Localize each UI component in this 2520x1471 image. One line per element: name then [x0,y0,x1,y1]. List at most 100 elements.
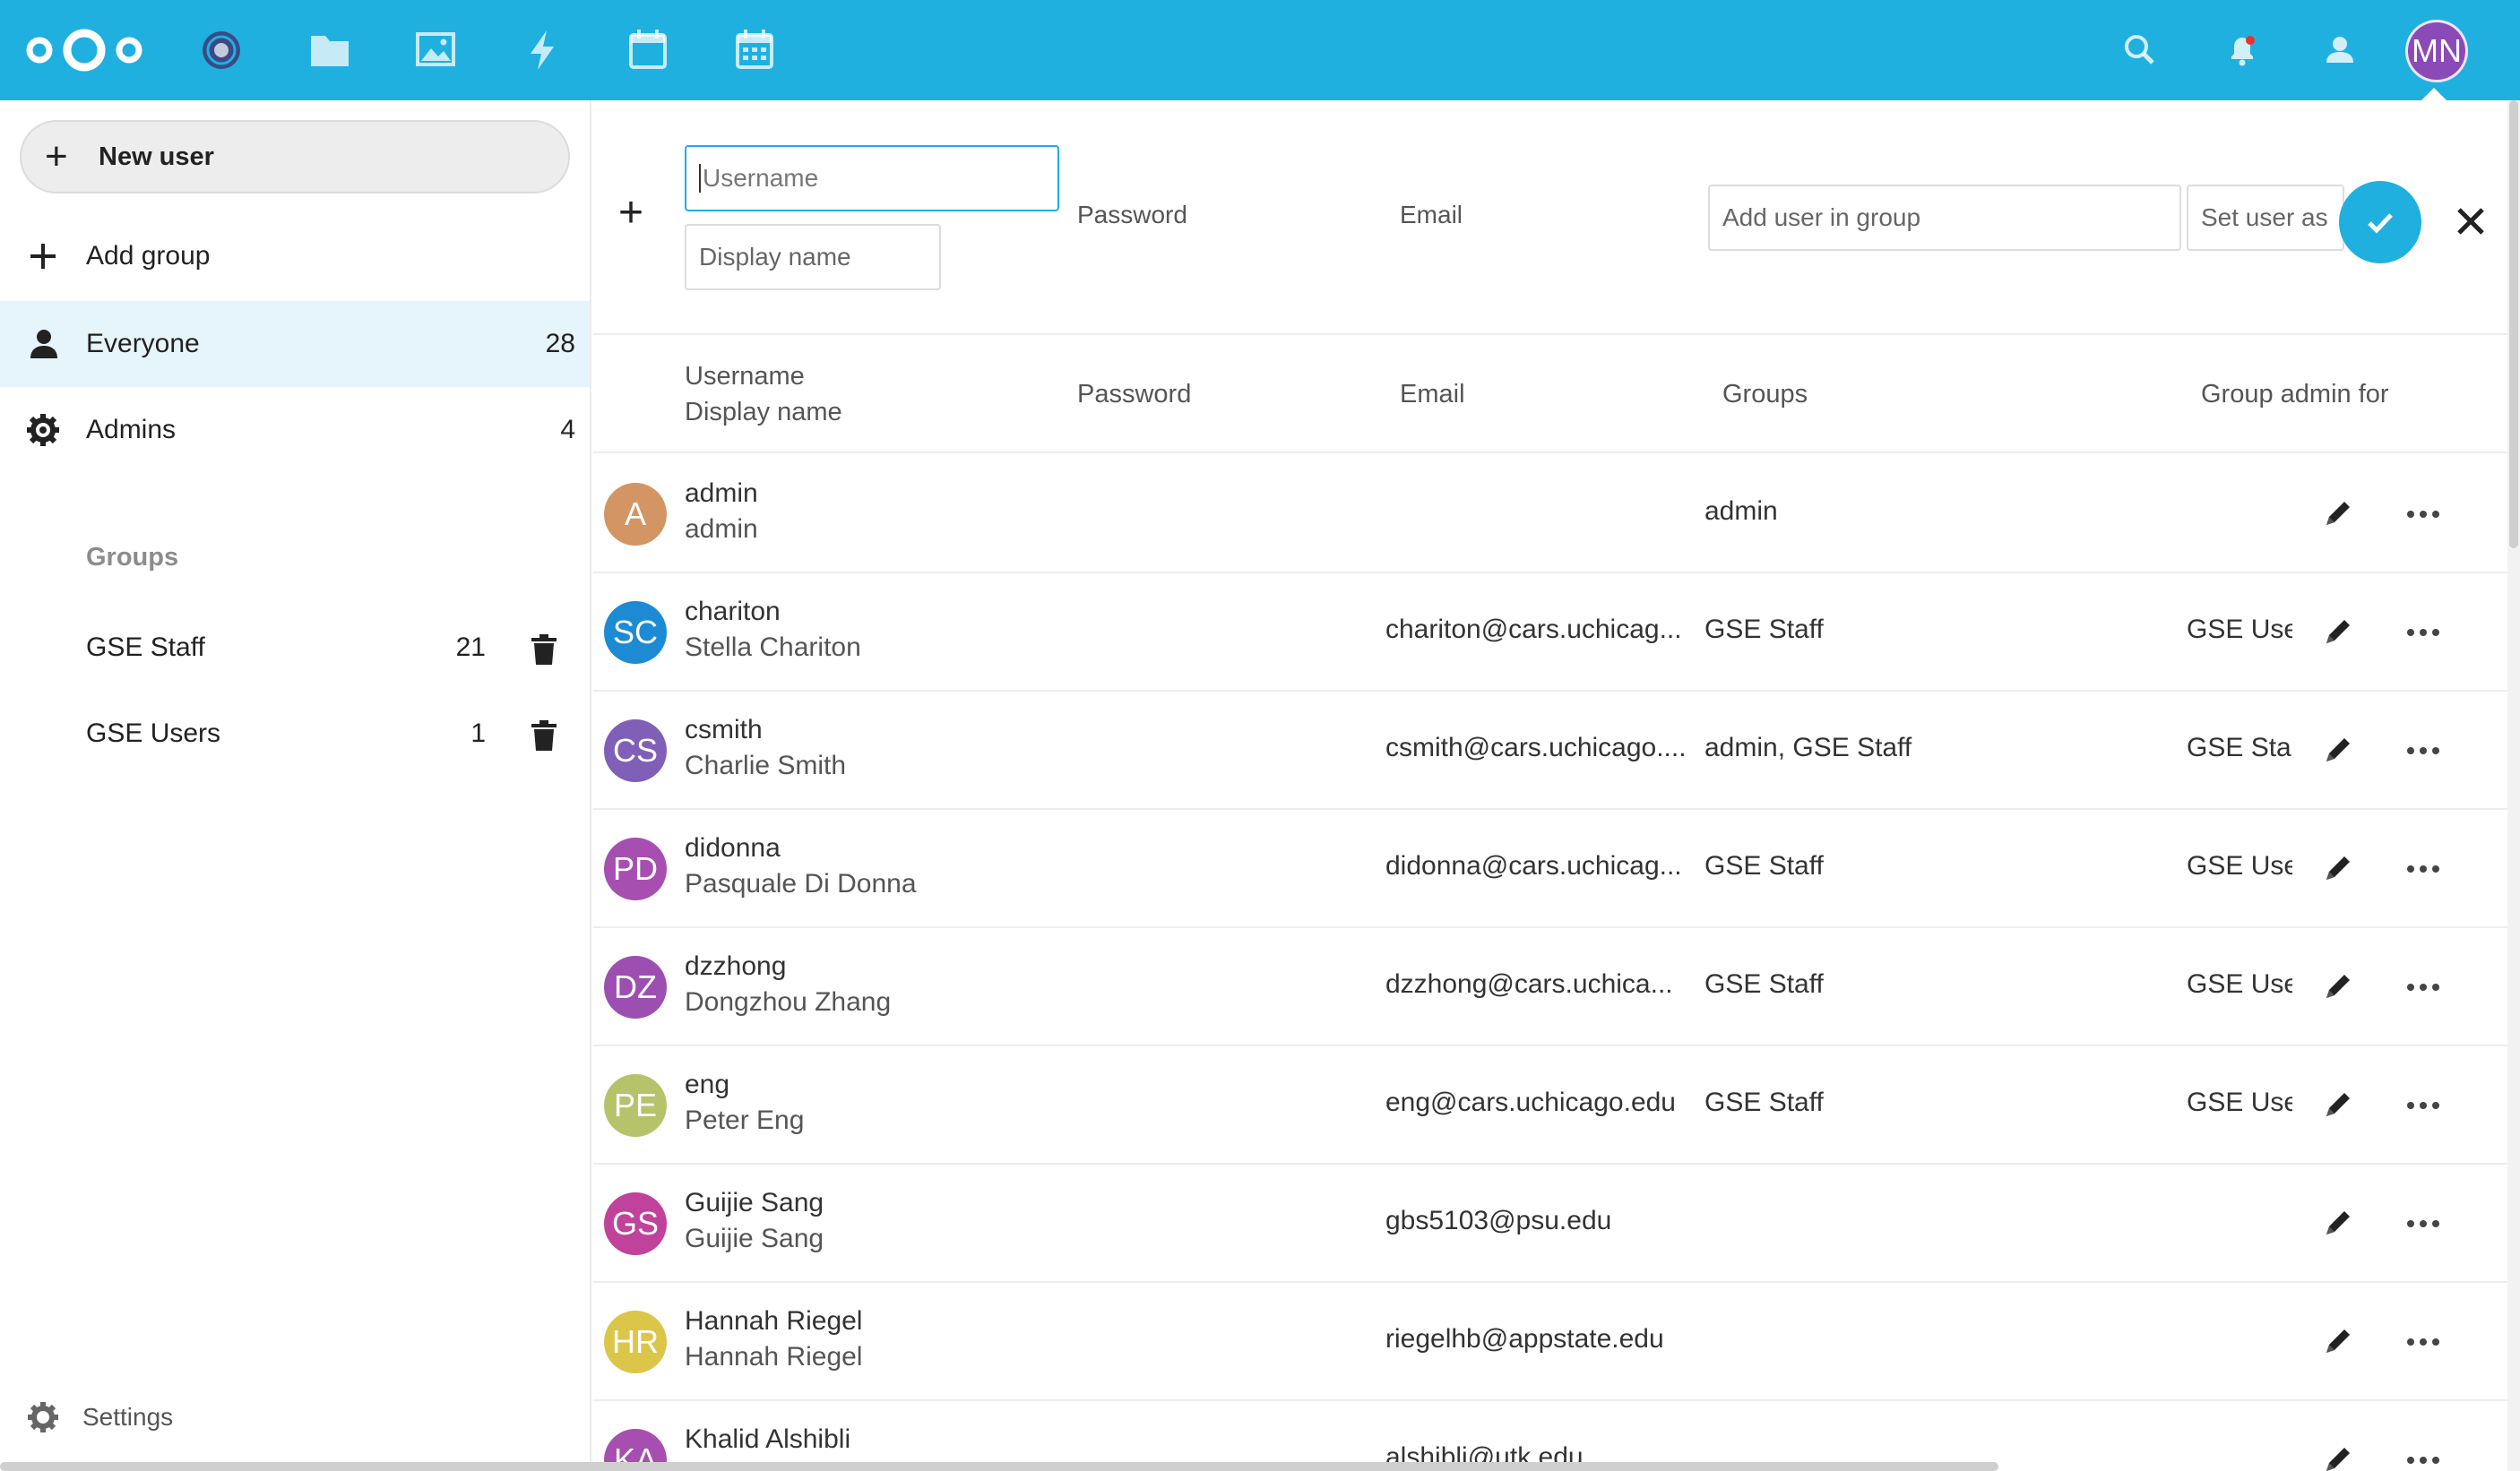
display-name-input[interactable]: Display name [685,224,941,290]
close-icon[interactable] [2448,199,2493,244]
groups-cell: GSE Staff [1704,969,1824,999]
more-options-icon[interactable] [2403,969,2443,1005]
edit-icon[interactable] [2319,615,2355,650]
sidebar-item-gse-users[interactable]: GSE Users 1 [0,692,590,778]
display-name-cell: Hannah Riegel [685,1342,863,1372]
more-options-icon[interactable] [2403,1442,2443,1471]
plus-icon [25,238,61,274]
col-group-admin: Group admin for [2201,380,2389,409]
more-options-icon[interactable] [2403,496,2443,532]
photos-icon[interactable] [413,27,458,73]
avatar[interactable]: GS [604,1192,667,1255]
display-name-placeholder: Display name [699,243,851,271]
email-cell: chariton@cars.uchicag... [1385,615,1682,644]
menu-caret-icon [2421,88,2447,100]
avatar[interactable]: DZ [604,956,667,1019]
table-row[interactable]: KA Khalid Alshibli alshibli@utk.edu [593,1401,2507,1471]
email-cell: gbs5103@psu.edu [1385,1206,1612,1235]
avatar[interactable]: PD [604,838,667,900]
display-name-cell: Peter Eng [685,1105,805,1135]
edit-icon[interactable] [2319,733,2355,769]
username-cell: Hannah Riegel [685,1306,863,1336]
edit-icon[interactable] [2319,969,2355,1005]
edit-icon[interactable] [2319,496,2355,532]
table-row[interactable]: PE eng Peter Eng eng@cars.uchicago.edu GSE S… [593,1046,2507,1165]
calendar-icon[interactable] [626,27,670,73]
activity-icon[interactable] [520,27,565,73]
contacts-icon[interactable] [2318,27,2361,73]
admin-gear-icon [25,412,61,448]
email-cell: dzzhong@cars.uchica... [1385,969,1673,999]
edit-icon[interactable] [2319,1442,2355,1471]
display-name-cell: Stella Chariton [685,632,861,662]
group-label: GSE Users [86,718,221,748]
edit-icon[interactable] [2319,851,2355,887]
avatar[interactable]: PE [604,1074,667,1137]
confirm-button[interactable] [2339,181,2421,263]
search-icon[interactable] [2119,27,2162,73]
group-admin-cell: GSE Use [2187,851,2292,881]
edit-icon[interactable] [2319,1206,2355,1242]
more-options-icon[interactable] [2403,851,2443,887]
horizontal-scrollbar[interactable] [0,1462,1998,1471]
username-cell: didonna [685,833,781,863]
email-cell: csmith@cars.uchicago.... [1385,733,1687,762]
password-field[interactable]: Password [1077,201,1187,229]
table-row[interactable]: DZ dzzhong Dongzhou Zhang dzzhong@cars.uchi… [593,928,2507,1046]
new-user-button[interactable]: + New user [20,120,570,194]
email-field[interactable]: Email [1400,201,1463,229]
edit-icon[interactable] [2319,1088,2355,1123]
username-cell: dzzhong [685,951,787,981]
more-options-icon[interactable] [2403,1206,2443,1242]
table-row[interactable]: SC chariton Stella Chariton chariton@cars.u… [593,573,2507,692]
delete-group-icon[interactable] [529,718,559,753]
settings-button[interactable]: Settings [25,1399,173,1435]
col-groups: Groups [1722,380,1808,409]
delete-group-icon[interactable] [529,632,559,667]
more-options-icon[interactable] [2403,615,2443,650]
more-options-icon[interactable] [2403,1088,2443,1123]
username-input[interactable]: Username [685,145,1059,211]
avatar[interactable]: A [604,483,667,546]
table-row[interactable]: GS Guijie Sang Guijie Sang gbs5103@psu.edu [593,1165,2507,1283]
scroll-thumb[interactable] [2509,100,2518,548]
table-row[interactable]: PD didonna Pasquale Di Donna didonna@cars.u… [593,810,2507,928]
sidebar-item-admins[interactable]: Admins 4 [0,387,590,473]
group-admin-cell: GSE Use [2187,969,2292,999]
table-row[interactable]: Aadmin admin admin [593,455,2507,573]
groups-caption: Groups [86,543,179,572]
groups-cell: admin [1704,496,1778,526]
groups-cell: admin, GSE Staff [1704,733,1912,762]
files-icon[interactable] [307,27,352,73]
sidebar-item-gse-staff[interactable]: GSE Staff 21 [0,606,590,692]
avatar[interactable]: CS [604,719,667,782]
col-username: Username [685,362,805,391]
notifications-icon[interactable] [2221,27,2264,73]
add-group-item[interactable]: Add group [0,213,590,299]
table-row[interactable]: CS csmith Charlie Smith csmith@cars.uchicag… [593,692,2507,810]
deck-icon[interactable] [732,27,777,73]
user-menu-avatar[interactable]: MN [2405,20,2468,82]
group-admin-cell: GSE Use [2187,1088,2292,1117]
vertical-scrollbar[interactable] [2507,100,2520,1471]
edit-icon[interactable] [2319,1324,2355,1360]
table-row[interactable]: HR Hannah Riegel Hannah Riegel riegelhb@app… [593,1283,2507,1401]
avatar[interactable]: HR [604,1311,667,1373]
group-select[interactable]: Add user in group [1708,185,2181,251]
subadmin-select[interactable]: Set user as [2187,185,2344,251]
username-cell: Guijie Sang [685,1188,824,1217]
group-count: 1 [470,718,486,748]
avatar[interactable]: SC [604,601,667,664]
new-user-form: + Username Display name Password Email A… [593,100,2507,335]
username-placeholder: Username [703,164,819,192]
sidebar-item-everyone[interactable]: Everyone 28 [0,301,590,387]
nextcloud-logo-icon[interactable] [22,25,147,75]
text-cursor [699,164,701,193]
username-cell: csmith [685,715,763,744]
plus-icon: + [45,134,68,178]
more-options-icon[interactable] [2403,1324,2443,1360]
admins-label: Admins [86,415,177,444]
dashboard-icon[interactable] [199,27,244,73]
more-options-icon[interactable] [2403,733,2443,769]
username-cell: Khalid Alshibli [685,1424,851,1454]
